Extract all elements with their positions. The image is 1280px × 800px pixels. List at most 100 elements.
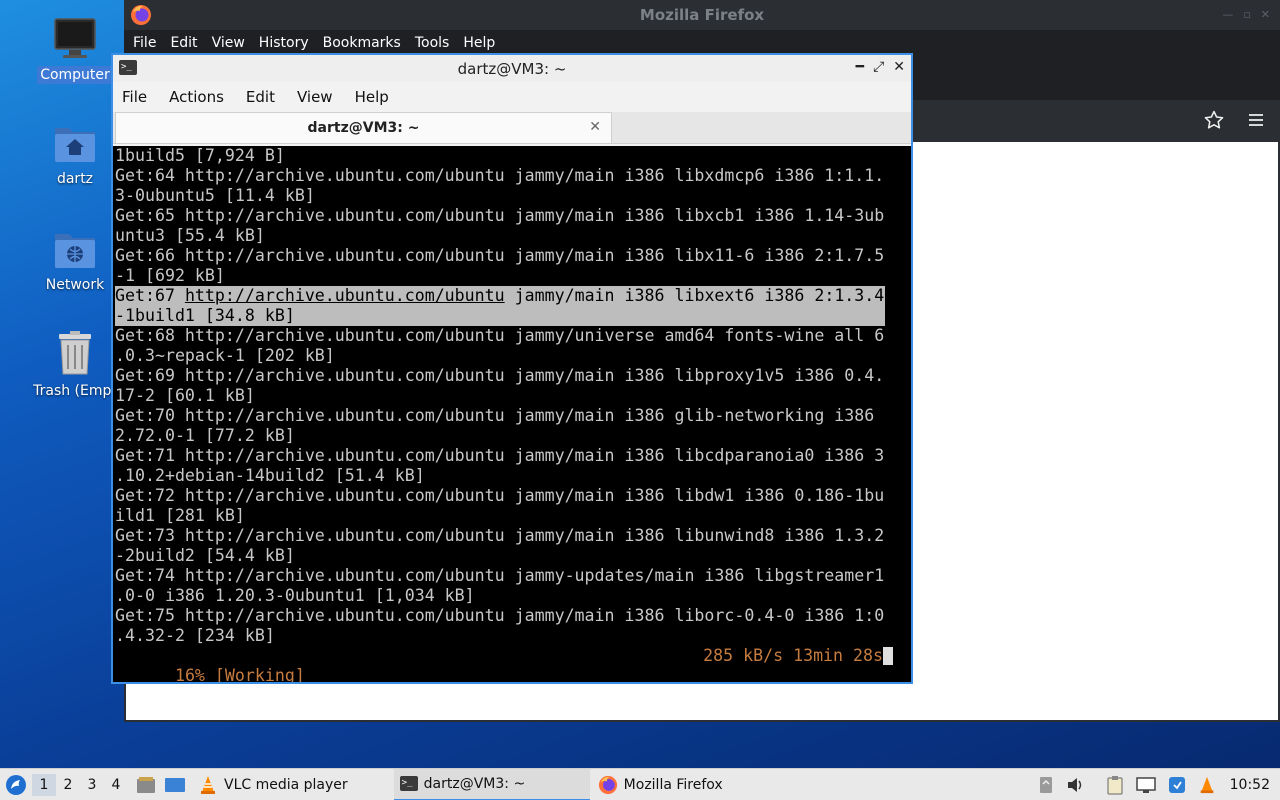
window-title: Mozilla Firefox	[639, 6, 765, 24]
menu-file[interactable]: File	[133, 35, 156, 51]
task-label: Mozilla Firefox	[623, 776, 723, 793]
tab-label: dartz@VM3: ~	[307, 120, 420, 136]
file-manager-icon[interactable]	[136, 776, 156, 794]
menu-view[interactable]: View	[297, 88, 333, 106]
minimize-icon[interactable]: —	[1222, 8, 1233, 21]
trash-icon	[59, 331, 91, 375]
system-tray: 10:52	[1038, 769, 1280, 800]
terminal-line: -1 [692 kB]	[115, 266, 225, 285]
terminal-line-selected[interactable]: -1build1 [34.8 kB]	[115, 306, 885, 326]
apt-progress-line: 16% [Working] 285 kB/s 13min 28s	[115, 646, 893, 682]
terminal-line: 1build5 [7,924 B]	[115, 146, 285, 165]
desktop-icon-home[interactable]: dartz	[27, 122, 123, 188]
task-label: dartz@VM3: ~	[423, 775, 526, 792]
hamburger-menu-icon[interactable]	[1248, 112, 1264, 128]
menu-history[interactable]: History	[259, 35, 309, 51]
taskbar: 1 2 3 4 VLC media player >_ dartz@VM3: ~…	[0, 768, 1280, 800]
terminal-line: .10.2+debian-14build2 [51.4 kB]	[115, 466, 425, 485]
workspace-2[interactable]: 2	[56, 777, 80, 793]
terminal-line-selected[interactable]: Get:67 http://archive.ubuntu.com/ubuntu …	[115, 286, 885, 306]
menu-view[interactable]: View	[212, 35, 245, 51]
desktop-icon-label: Trash (Empt	[33, 383, 117, 399]
terminal-line: .0.3~repack-1 [202 kB]	[115, 346, 335, 365]
task-firefox[interactable]: Mozilla Firefox	[592, 769, 729, 800]
firefox-titlebar[interactable]: Mozilla Firefox — ▫ ✕	[124, 0, 1280, 30]
workspace-1[interactable]: 1	[32, 773, 56, 796]
terminal-tab[interactable]: dartz@VM3: ~ ✕	[115, 112, 612, 143]
terminal-line: Get:74 http://archive.ubuntu.com/ubuntu …	[115, 566, 885, 585]
terminal-line: Get:68 http://archive.ubuntu.com/ubuntu …	[115, 326, 885, 345]
network-folder-icon	[55, 234, 95, 268]
download-rate: 285 kB/s 13min 28s	[703, 646, 883, 665]
vlc-icon	[201, 775, 215, 794]
terminal-tabbar: dartz@VM3: ~ ✕	[113, 112, 911, 144]
lubuntu-logo-icon	[6, 774, 26, 795]
task-label: VLC media player	[224, 776, 348, 793]
home-folder-icon	[55, 128, 95, 162]
desktop-icon-trash[interactable]: Trash (Empt	[27, 330, 123, 400]
terminal-line: .4.32-2 [234 kB]	[115, 626, 275, 645]
clipboard-icon[interactable]	[1106, 775, 1124, 795]
menu-edit[interactable]: Edit	[246, 88, 275, 106]
start-menu-button[interactable]	[0, 769, 32, 800]
network-monitor-icon[interactable]	[1135, 776, 1156, 794]
terminal-line: Get:66 http://archive.ubuntu.com/ubuntu …	[115, 246, 885, 265]
menu-file[interactable]: File	[122, 88, 147, 106]
desktop-icon-network[interactable]: Network	[27, 228, 123, 294]
menu-actions[interactable]: Actions	[169, 88, 224, 106]
task-vlc[interactable]: VLC media player	[192, 769, 354, 800]
menu-bookmarks[interactable]: Bookmarks	[323, 35, 401, 51]
terminal-line: ild1 [281 kB]	[115, 506, 245, 525]
terminal-cursor	[883, 647, 893, 665]
terminal-line: Get:71 http://archive.ubuntu.com/ubuntu …	[115, 446, 885, 465]
desktop-icon-computer[interactable]: Computer	[27, 16, 123, 84]
minimize-icon[interactable]: ━	[856, 59, 864, 75]
window-title: dartz@VM3: ~	[457, 59, 567, 78]
maximize-icon[interactable]: ⤢	[873, 59, 884, 75]
workspace-3[interactable]: 3	[80, 777, 104, 793]
line-prefix: Get:67	[115, 286, 185, 305]
volume-icon[interactable]	[1066, 776, 1084, 794]
terminal-line: 3-0ubuntu5 [11.4 kB]	[115, 186, 315, 205]
close-icon[interactable]: ✕	[1261, 8, 1270, 21]
menu-help[interactable]: Help	[355, 88, 389, 106]
clock[interactable]: 10:52	[1230, 777, 1270, 793]
terminal-titlebar[interactable]: >_ dartz@VM3: ~ ━ ⤢ ✕	[113, 55, 911, 82]
close-tab-icon[interactable]: ✕	[589, 119, 601, 135]
terminal-line: 17-2 [60.1 kB]	[115, 386, 255, 405]
monitor-icon	[54, 18, 96, 58]
terminal-menubar: File Actions Edit View Help	[113, 82, 911, 112]
firefox-icon	[131, 5, 151, 25]
terminal-line: Get:75 http://archive.ubuntu.com/ubuntu …	[115, 606, 885, 625]
terminal-line: 2.72.0-1 [77.2 kB]	[115, 426, 295, 445]
terminal-line: -2build2 [54.4 kB]	[115, 546, 295, 565]
terminal-line: Get:73 http://archive.ubuntu.com/ubuntu …	[115, 526, 885, 545]
close-icon[interactable]: ✕	[893, 59, 905, 75]
terminal-link[interactable]: http://archive.ubuntu.com/ubuntu	[185, 286, 505, 305]
desktop-icon-label: Computer	[37, 66, 113, 84]
desktop-icon-label: Network	[45, 277, 105, 293]
maximize-icon[interactable]: ▫	[1243, 8, 1250, 21]
progress-status: 16% [Working]	[174, 666, 305, 682]
workspace-4[interactable]: 4	[104, 777, 128, 793]
bookmark-star-icon[interactable]	[1204, 110, 1224, 130]
show-desktop-icon[interactable]	[164, 776, 186, 794]
menu-help[interactable]: Help	[463, 35, 495, 51]
terminal-line: .0-0 i386 1.20.3-0ubuntu1 [1,034 kB]	[115, 586, 475, 605]
vlc-tray-icon[interactable]	[1198, 775, 1216, 795]
terminal-line: untu3 [55.4 kB]	[115, 226, 265, 245]
terminal-icon: >_	[399, 776, 418, 791]
terminal-window[interactable]: >_ dartz@VM3: ~ ━ ⤢ ✕ File Actions Edit …	[111, 53, 913, 684]
removable-drive-icon[interactable]	[1038, 776, 1054, 794]
menu-tools[interactable]: Tools	[415, 35, 450, 51]
task-terminal[interactable]: >_ dartz@VM3: ~	[393, 768, 590, 800]
terminal-line: Get:70 http://archive.ubuntu.com/ubuntu …	[115, 406, 875, 425]
update-notifier-icon[interactable]	[1168, 776, 1186, 794]
terminal-output[interactable]: 1build5 [7,924 B] Get:64 http://archive.…	[113, 146, 911, 682]
terminal-lines-after: Get:68 http://archive.ubuntu.com/ubuntu …	[115, 326, 911, 646]
firefox-icon	[598, 775, 617, 794]
terminal-lines-before: 1build5 [7,924 B] Get:64 http://archive.…	[115, 146, 911, 286]
terminal-line: Get:65 http://archive.ubuntu.com/ubuntu …	[115, 206, 885, 225]
terminal-line: Get:64 http://archive.ubuntu.com/ubuntu …	[115, 166, 885, 185]
menu-edit[interactable]: Edit	[170, 35, 197, 51]
